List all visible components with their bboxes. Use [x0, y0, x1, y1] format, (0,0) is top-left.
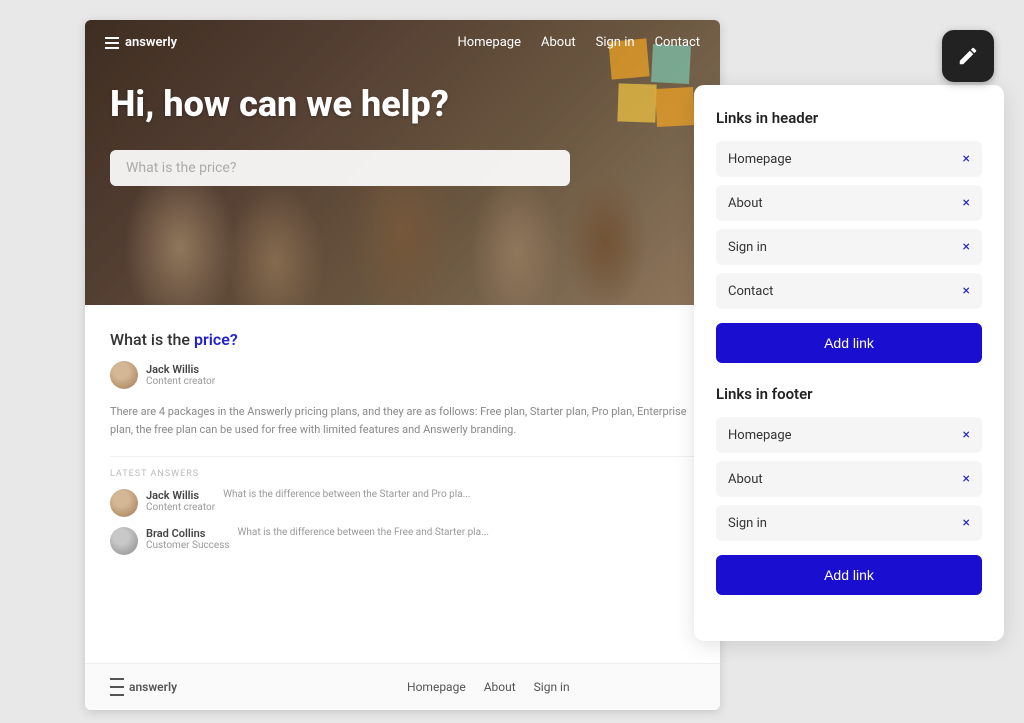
preview-footer: answerly Homepage About Sign in	[85, 663, 720, 710]
header-link-close-0[interactable]: ×	[963, 151, 970, 167]
footer-logo-text: answerly	[129, 680, 177, 694]
header-logo: answerly	[105, 35, 177, 50]
edit-fab-button[interactable]	[942, 30, 994, 82]
footer-link-close-0[interactable]: ×	[963, 427, 970, 443]
footer-link-signin[interactable]: Sign in	[534, 680, 570, 694]
answer-text-1: What is the difference between the Free …	[238, 527, 489, 538]
right-panel: Links in header Homepage × About × Sign …	[694, 85, 1004, 641]
nav-link-contact[interactable]: Contact	[655, 35, 700, 50]
content-author-avatar	[110, 361, 138, 389]
nav-link-homepage[interactable]: Homepage	[457, 35, 521, 50]
header-link-close-1[interactable]: ×	[963, 195, 970, 211]
nav-link-signin[interactable]: Sign in	[596, 35, 635, 50]
hero-search[interactable]: What is the price?	[110, 150, 570, 186]
footer-link-about[interactable]: About	[484, 680, 516, 694]
answer-avatar-1	[110, 527, 138, 555]
answer-author-name-0: Jack Willis	[146, 489, 215, 502]
footer-link-item-2[interactable]: Sign in ×	[716, 505, 982, 541]
logo-text: answerly	[125, 35, 177, 50]
header-link-item-2[interactable]: Sign in ×	[716, 229, 982, 265]
content-author-role: Content creator	[146, 376, 215, 387]
sticky-note-3	[617, 83, 656, 122]
page-wrapper: answerly Homepage About Sign in Contact …	[0, 0, 1024, 723]
content-author-name: Jack Willis	[146, 363, 215, 376]
add-footer-link-button[interactable]: Add link	[716, 555, 982, 595]
header-link-label-1: About	[728, 196, 763, 211]
footer-hamburger-icon	[110, 678, 124, 696]
latest-answers: LATEST ANSWERS Jack Willis Content creat…	[110, 456, 695, 555]
footer-link-label-0: Homepage	[728, 428, 792, 443]
footer-link-close-2[interactable]: ×	[963, 515, 970, 531]
content-author-row: Jack Willis Content creator	[110, 361, 695, 389]
sticky-note-4	[655, 87, 695, 127]
answer-row-0: Jack Willis Content creator What is the …	[110, 489, 695, 517]
content-section: What is the price? Jack Willis Content c…	[85, 305, 720, 585]
footer-link-close-1[interactable]: ×	[963, 471, 970, 487]
answer-author-role-1: Customer Success	[146, 540, 230, 551]
footer-link-homepage[interactable]: Homepage	[407, 680, 466, 694]
footer-link-item-1[interactable]: About ×	[716, 461, 982, 497]
preview-container: answerly Homepage About Sign in Contact …	[85, 20, 720, 710]
content-body: There are 4 packages in the Answerly pri…	[110, 403, 695, 438]
panel-footer-section-title: Links in footer	[716, 385, 982, 403]
header-link-item-1[interactable]: About ×	[716, 185, 982, 221]
content-question: What is the price?	[110, 330, 695, 349]
question-highlight: price?	[194, 330, 238, 349]
footer-link-label-1: About	[728, 472, 763, 487]
answer-author-name-1: Brad Collins	[146, 527, 230, 540]
header-nav-links: Homepage About Sign in Contact	[457, 35, 700, 50]
header-nav: answerly Homepage About Sign in Contact	[85, 20, 720, 65]
panel-header-section-title: Links in header	[716, 109, 982, 127]
header-link-close-2[interactable]: ×	[963, 239, 970, 255]
hero-title: Hi, how can we help?	[110, 85, 570, 125]
answer-avatar-0	[110, 489, 138, 517]
pencil-icon	[957, 45, 979, 67]
answer-author-info-1: Brad Collins Customer Success	[146, 527, 230, 551]
header-link-item-3[interactable]: Contact ×	[716, 273, 982, 309]
header-link-item-0[interactable]: Homepage ×	[716, 141, 982, 177]
nav-link-about[interactable]: About	[541, 35, 576, 50]
footer-link-label-2: Sign in	[728, 516, 767, 531]
hamburger-icon	[105, 37, 119, 49]
footer-nav: Homepage About Sign in	[407, 680, 570, 694]
header-link-label-0: Homepage	[728, 152, 792, 167]
answer-author-info-0: Jack Willis Content creator	[146, 489, 215, 513]
latest-answers-label: LATEST ANSWERS	[110, 469, 695, 479]
answer-row-1: Brad Collins Customer Success What is th…	[110, 527, 695, 555]
header-link-label-2: Sign in	[728, 240, 767, 255]
footer-logo: answerly	[110, 678, 177, 696]
content-author-info: Jack Willis Content creator	[146, 363, 215, 387]
footer-link-item-0[interactable]: Homepage ×	[716, 417, 982, 453]
add-header-link-button[interactable]: Add link	[716, 323, 982, 363]
answer-text-0: What is the difference between the Start…	[223, 489, 470, 500]
hero-content: Hi, how can we help? What is the price?	[110, 85, 570, 186]
hero-section: answerly Homepage About Sign in Contact …	[85, 20, 720, 305]
answer-author-role-0: Content creator	[146, 502, 215, 513]
header-link-label-3: Contact	[728, 284, 773, 299]
header-link-close-3[interactable]: ×	[963, 283, 970, 299]
